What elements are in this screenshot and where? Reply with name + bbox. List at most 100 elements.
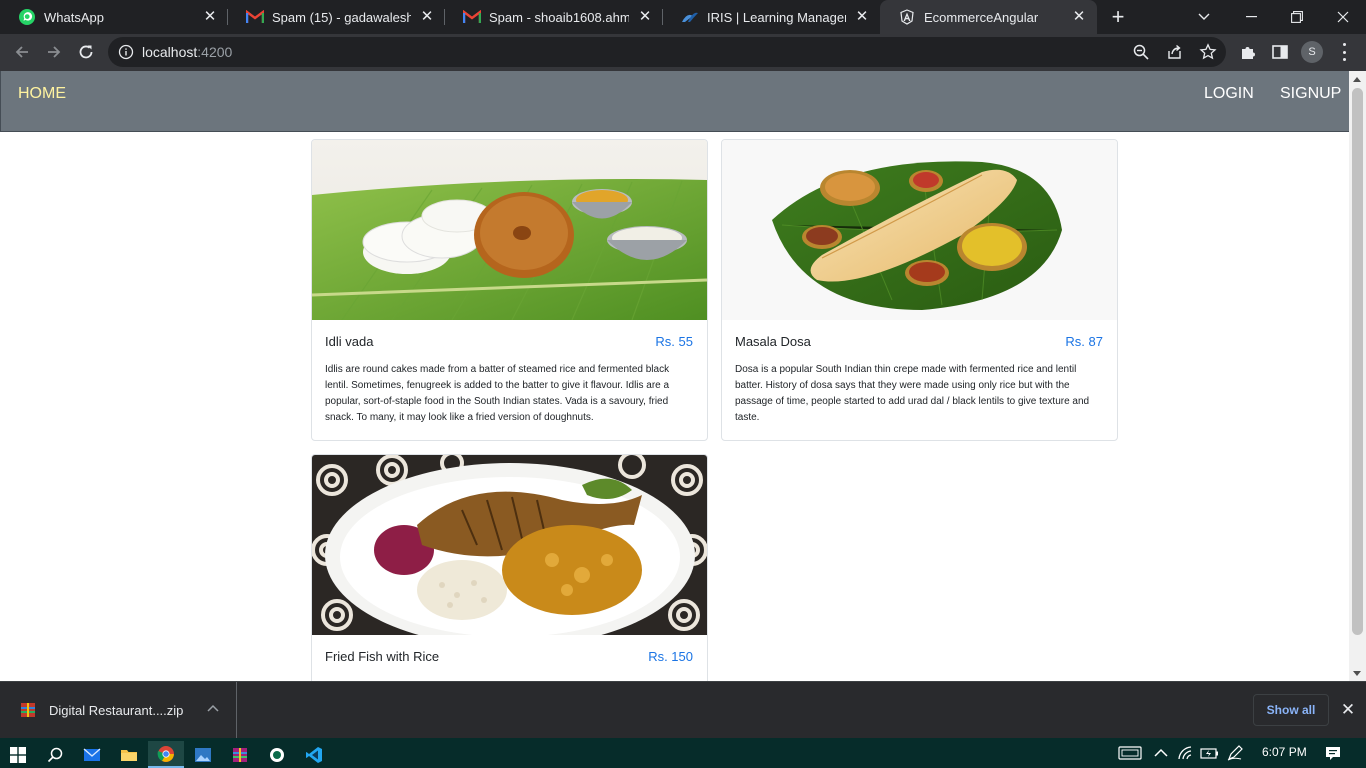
windows-logo-icon [10,746,26,763]
tab-gmail-spam-2[interactable]: Spam - shoaib1608.ahmed@ ✕ [445,0,663,34]
browser-menu-icon[interactable] [1340,43,1348,61]
tab-whatsapp[interactable]: WhatsApp ✕ [0,0,228,34]
product-price: Rs. 150 [648,649,693,664]
zoom-icon[interactable] [1132,43,1150,61]
taskbar-mail[interactable] [74,741,110,768]
taskbar-photos[interactable] [185,741,221,768]
windows-taskbar: 6:07 PM [0,738,1366,768]
product-image-idli-vada [312,140,707,320]
tab-title: Spam - shoaib1608.ahmed@ [489,9,629,25]
minimize-button[interactable] [1228,0,1274,34]
wifi-icon[interactable] [1177,745,1195,761]
forward-button[interactable] [40,38,68,66]
mail-icon [83,747,101,761]
taskbar-clock[interactable]: 6:07 PM [1262,745,1307,759]
product-name: Masala Dosa [735,334,811,349]
taskbar-app-circle[interactable] [259,741,295,768]
taskbar-file-explorer[interactable] [111,741,147,768]
taskbar-vscode[interactable] [296,741,332,768]
page-scrollbar[interactable] [1349,71,1366,681]
nav-signup-link[interactable]: SIGNUP [1280,85,1341,103]
vscode-icon [306,746,322,763]
gmail-icon [463,8,481,26]
chevron-up-icon[interactable] [207,703,219,715]
product-price: Rs. 87 [1065,334,1103,349]
side-panel-icon[interactable] [1271,43,1289,61]
chevron-up-icon[interactable] [1152,745,1170,761]
nav-home-link[interactable]: HOME [18,85,66,103]
product-description: Dosa is a popular South Indian thin crep… [735,364,1090,423]
taskbar-search-button[interactable] [37,741,73,768]
download-filename: Digital Restaurant....zip [49,703,184,718]
app-circle-icon [270,747,284,762]
tab-ecommerce-angular[interactable]: EcommerceAngular ✕ [880,0,1097,34]
address-bar[interactable]: localhost:4200 [108,37,1226,67]
reload-icon [79,45,93,59]
notifications-icon[interactable] [1324,745,1342,761]
tab-gmail-spam-1[interactable]: Spam (15) - gadawaleshoaib ✕ [228,0,445,34]
tab-close-icon[interactable]: ✕ [1071,9,1087,25]
new-tab-button[interactable]: + [1106,5,1130,29]
minimize-icon [1245,16,1257,18]
iris-icon [681,8,699,26]
info-icon[interactable] [118,44,134,60]
whatsapp-icon [18,8,36,26]
nav-login-link[interactable]: LOGIN [1204,85,1254,103]
tab-close-icon[interactable]: ✕ [419,9,435,25]
angular-icon [898,8,916,26]
product-description: Idlis are round cakes made from a batter… [325,364,670,423]
product-price: Rs. 55 [655,334,693,349]
tab-close-icon[interactable]: ✕ [637,9,653,25]
share-icon[interactable] [1166,43,1184,61]
scroll-down-arrow-icon[interactable] [1353,671,1361,676]
tab-title: EcommerceAngular [924,9,1039,25]
winrar-icon [233,747,247,762]
restore-icon [1291,11,1303,23]
scroll-up-arrow-icon[interactable] [1353,77,1361,82]
zip-archive-icon [21,703,35,717]
browser-toolbar: localhost:4200 S [0,34,1366,71]
product-name: Fried Fish with Rice [325,649,440,664]
chevron-down-icon [1198,13,1210,20]
show-all-downloads-button[interactable]: Show all [1253,694,1329,726]
product-card[interactable]: Fried Fish with Rice Rs. 150 [311,454,708,681]
profile-avatar[interactable]: S [1301,41,1323,63]
app-navbar: HOME LOGIN SIGNUP [0,71,1349,132]
restore-button[interactable] [1274,0,1320,34]
download-item[interactable]: Digital Restaurant....zip [0,682,237,739]
folder-icon [121,749,137,761]
product-card[interactable]: Idli vada Rs. 55 Idlis are round cakes m… [311,139,708,441]
product-card[interactable]: Masala Dosa Rs. 87 Dosa is a popular Sou… [721,139,1118,441]
close-shelf-icon[interactable]: ✕ [1339,701,1357,719]
close-icon [1337,11,1349,23]
start-button[interactable] [0,741,36,768]
battery-icon[interactable] [1200,745,1220,761]
tab-iris-lms[interactable]: IRIS | Learning Management ✕ [663,0,880,34]
browser-tab-strip: WhatsApp ✕ Spam (15) - gadawaleshoaib ✕ … [0,0,1366,34]
gmail-icon [246,8,264,26]
keyboard-layout-icon[interactable] [1118,745,1142,761]
tab-title: IRIS | Learning Management [707,9,846,25]
bookmark-star-icon[interactable] [1199,43,1217,61]
scrollbar-thumb[interactable] [1352,88,1363,635]
product-image-fried-fish [312,455,707,635]
tab-close-icon[interactable]: ✕ [854,9,870,25]
arrow-right-icon [48,46,61,58]
taskbar-winrar[interactable] [222,741,258,768]
extensions-puzzle-icon[interactable] [1239,43,1257,61]
reload-button[interactable] [72,38,100,66]
chrome-icon [157,745,174,762]
tab-title: Spam (15) - gadawaleshoaib [272,9,411,25]
arrow-left-icon [15,46,28,58]
back-button[interactable] [8,38,36,66]
search-icon [47,747,63,762]
tab-close-icon[interactable]: ✕ [202,9,218,25]
close-window-button[interactable] [1320,0,1366,34]
product-image-masala-dosa [722,140,1117,320]
pen-icon[interactable] [1226,745,1244,761]
address-url: localhost:4200 [142,44,232,60]
taskbar-chrome[interactable] [148,741,184,768]
tab-title: WhatsApp [44,9,104,25]
product-name: Idli vada [325,334,374,349]
tab-search-button[interactable] [1181,0,1227,34]
